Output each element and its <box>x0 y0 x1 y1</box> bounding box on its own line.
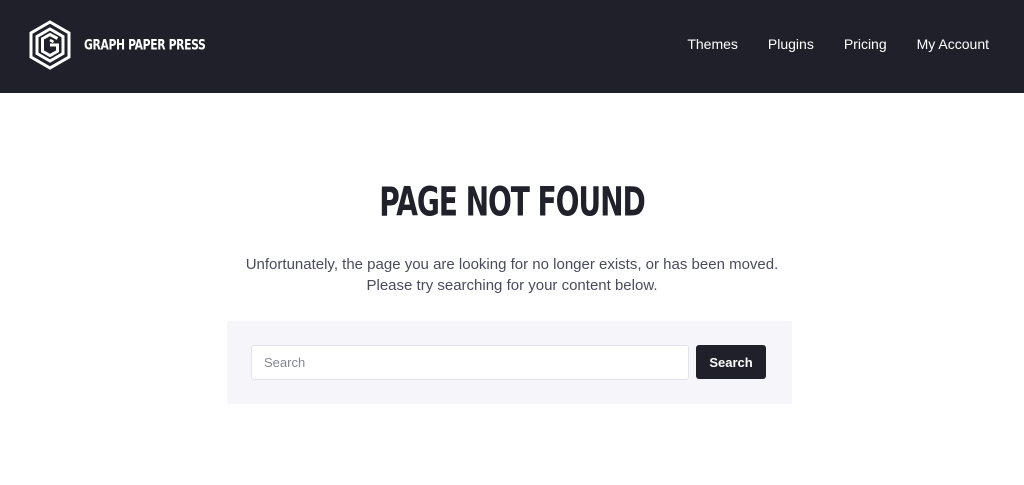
search-button[interactable]: Search <box>696 345 766 379</box>
nav-item-plugins[interactable]: Plugins <box>768 35 814 53</box>
search-form: Search <box>227 321 792 404</box>
main-navigation: Themes Plugins Pricing My Account <box>687 35 989 53</box>
page-title: PAGE NOT FOUND <box>379 179 646 226</box>
brand-link[interactable]: GRAPH PAPER PRESS <box>28 20 219 70</box>
brand-name: GRAPH PAPER PRESS <box>84 36 206 54</box>
site-header: GRAPH PAPER PRESS Themes Plugins Pricing… <box>0 0 1024 93</box>
hexagon-g-logo-icon <box>29 20 71 70</box>
search-input[interactable] <box>251 345 689 380</box>
nav-item-themes[interactable]: Themes <box>687 35 738 53</box>
page-not-found-content: PAGE NOT FOUND Unfortunately, the page y… <box>0 93 1024 485</box>
nav-item-pricing[interactable]: Pricing <box>844 35 887 53</box>
nav-item-my-account[interactable]: My Account <box>917 35 989 53</box>
not-found-message: Unfortunately, the page you are looking … <box>245 256 779 294</box>
